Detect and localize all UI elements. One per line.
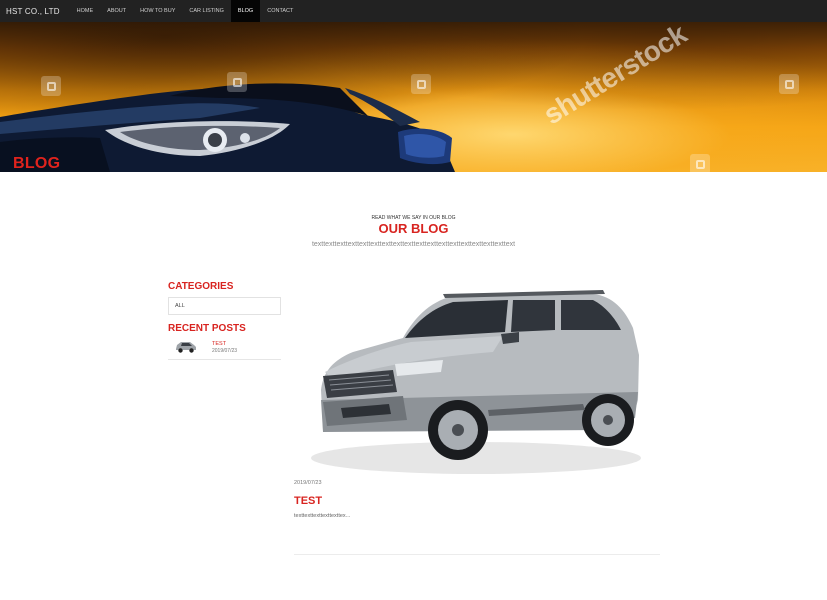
nav-car-listing[interactable]: CAR LISTING	[182, 0, 231, 22]
hero-car-image	[0, 83, 455, 172]
post-date: 2019/07/23	[294, 480, 322, 486]
recent-post-title[interactable]: TEST	[212, 341, 226, 347]
hero-banner: shutterstock BLOG	[0, 22, 827, 172]
brand-logo[interactable]: HST CO., LTD	[0, 7, 70, 16]
post-featured-image[interactable]	[293, 280, 659, 480]
nav-home[interactable]: HOME	[70, 0, 101, 22]
nav-about[interactable]: ABOUT	[100, 0, 133, 22]
categories-heading: CATEGORIES	[168, 281, 234, 292]
recent-post-date: 2019/07/23	[212, 348, 238, 354]
nav-contact[interactable]: CONTACT	[260, 0, 300, 22]
watermark-icon	[411, 74, 431, 94]
watermark-icon	[41, 76, 61, 96]
nav-how-to-buy[interactable]: HOW TO BUY	[133, 0, 182, 22]
category-all[interactable]: ALL	[168, 297, 281, 315]
post-divider	[294, 554, 660, 555]
post-excerpt: texttexttexttexttexttex...	[294, 513, 351, 519]
section-title: OUR BLOG	[378, 221, 449, 236]
watermark-icon	[690, 154, 710, 172]
post-title[interactable]: TEST	[294, 495, 322, 507]
recent-posts-heading: RECENT POSTS	[168, 323, 246, 334]
suv-thumbnail-icon	[176, 342, 196, 353]
section-subtitle: texttexttexttexttexttexttexttexttexttext…	[311, 241, 516, 248]
recent-post-item[interactable]: TEST 2019/07/23	[168, 336, 281, 360]
watermark-icon	[227, 72, 247, 92]
watermark-icon	[779, 74, 799, 94]
hero-title: BLOG	[13, 155, 61, 172]
silver-suv-image-icon	[311, 290, 641, 474]
nav-blog[interactable]: BLOG	[230, 0, 261, 22]
top-navbar: HST CO., LTD HOME ABOUT HOW TO BUY CAR L…	[0, 0, 827, 22]
